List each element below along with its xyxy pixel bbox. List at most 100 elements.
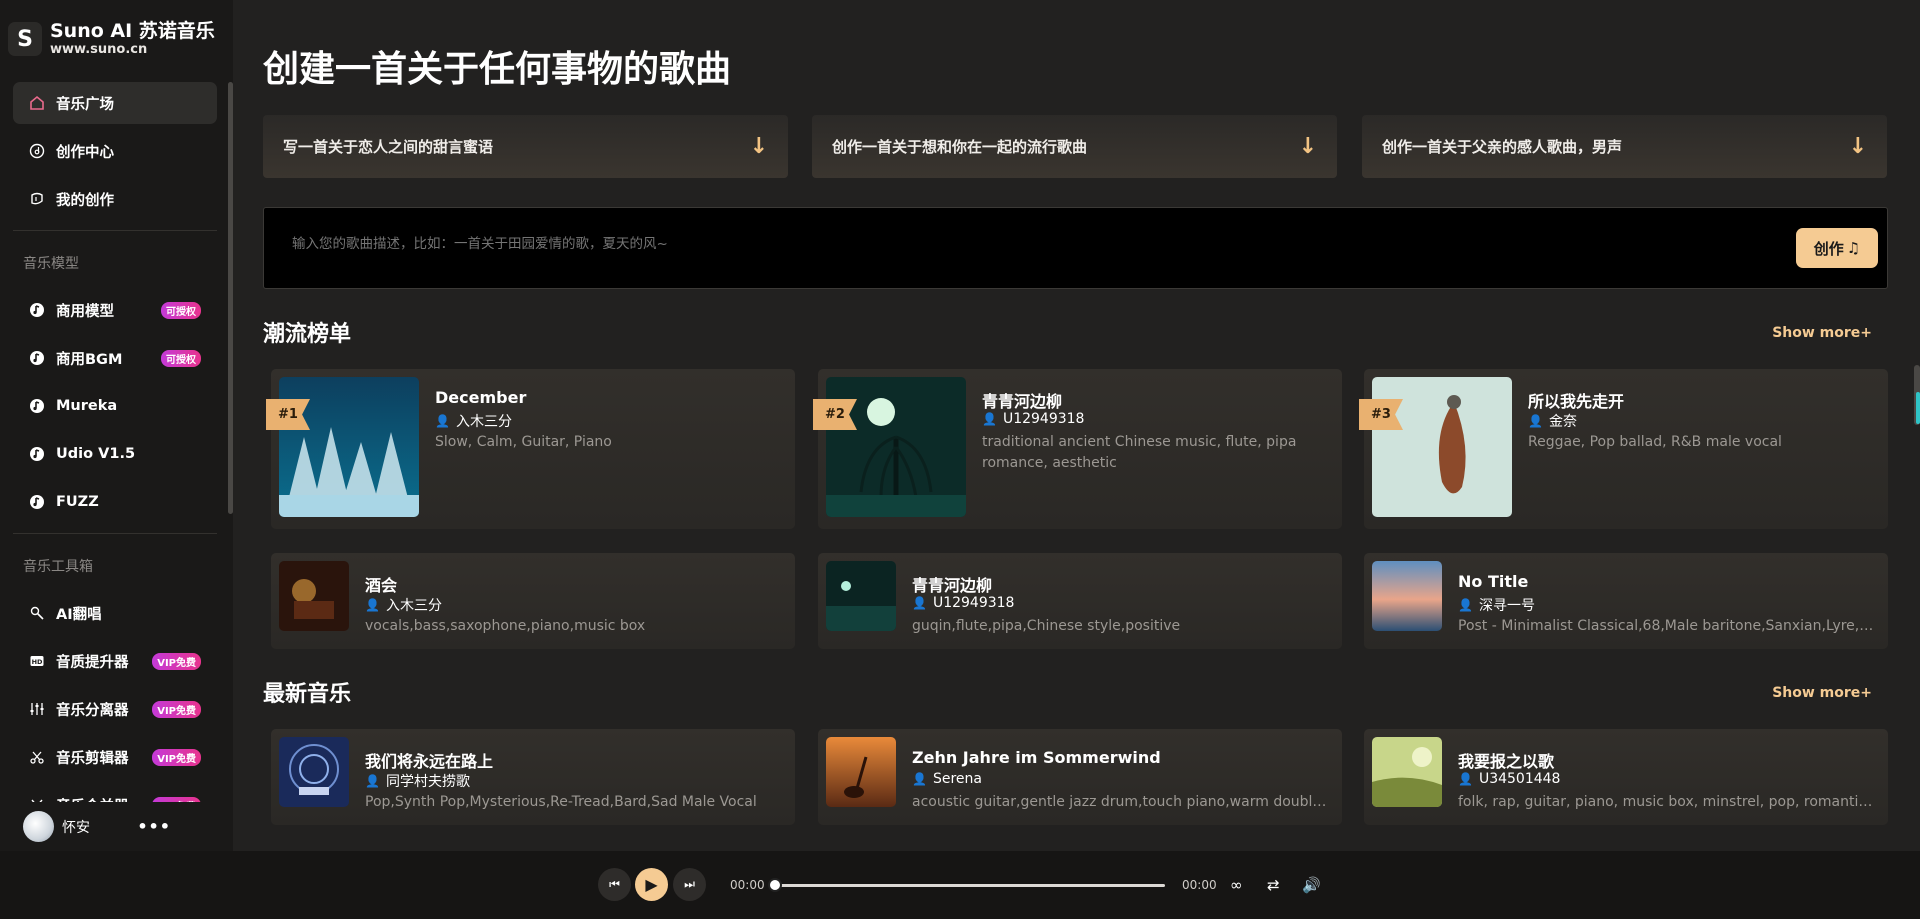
create-button-label: 创作	[1813, 239, 1844, 258]
scissors-icon	[27, 747, 47, 767]
suggestion-text: 创作一首关于父亲的感人歌曲，男声	[1382, 138, 1623, 156]
cover-image[interactable]	[1372, 561, 1442, 631]
song-author[interactable]: 👤 U34501448	[1458, 771, 1560, 787]
main-content: 创建一首关于任何事物的歌曲 写一首关于恋人之间的甜言蜜语 ↓ 创作一首关于想和你…	[233, 0, 1920, 851]
sidebar-item-music-separator[interactable]: 音乐分离器 VIP免费	[13, 688, 217, 730]
brand-title: Suno AI 苏诺音乐	[50, 20, 215, 42]
sidebar-item-ai-cover[interactable]: AI翻唱	[13, 592, 217, 634]
sidebar-item-udio[interactable]: Udio V1.5	[13, 433, 217, 475]
sidebar-item-label: 音乐剪辑器	[56, 750, 129, 767]
home-icon	[27, 93, 47, 113]
song-card[interactable]: No Title 👤 深寻一号 Post - Minimalist Classic…	[1364, 553, 1888, 649]
infinite-loop-icon[interactable]: ∞	[1230, 876, 1243, 894]
arrow-down-icon: ↓	[1298, 134, 1317, 159]
equalizer-icon	[27, 699, 47, 719]
brand-logo[interactable]: S Suno AI 苏诺音乐 www.suno.cn	[8, 20, 215, 58]
sidebar-item-create-center[interactable]: 创作中心	[13, 130, 217, 172]
progress-track[interactable]	[775, 884, 1165, 887]
song-card[interactable]: Zehn Jahre im Sommerwind 👤 Serena acousti…	[818, 729, 1342, 825]
scroll-indicator	[1916, 392, 1920, 424]
song-author[interactable]: 👤 同学村夫捞歌	[365, 771, 470, 791]
song-card[interactable]: 青青河边柳 👤 U12949318 guqin,flute,pipa,Chines…	[818, 553, 1342, 649]
song-tags: Reggae, Pop ballad, R&B male vocal	[1528, 434, 1782, 450]
cover-image[interactable]	[279, 377, 419, 517]
user-icon: 👤	[982, 412, 997, 426]
music-note-icon	[27, 396, 47, 416]
song-author[interactable]: 👤 U12949318	[982, 411, 1084, 427]
sidebar-item-mureka[interactable]: Mureka	[13, 385, 217, 427]
models-section-title: 音乐模型	[23, 256, 79, 272]
suggestion-text: 创作一首关于想和你在一起的流行歌曲	[832, 138, 1088, 156]
sidebar-item-label: 音乐分离器	[56, 702, 129, 719]
song-card[interactable]: #2 青青河边柳 👤 U12949318 traditional ancient …	[813, 369, 1342, 529]
license-badge: 可授权	[161, 301, 201, 319]
trending-show-more[interactable]: Show more+	[1772, 325, 1872, 341]
repeat-icon[interactable]: ⇄	[1267, 876, 1280, 894]
song-title[interactable]: December	[435, 388, 526, 407]
song-card[interactable]: 酒会 👤 入木三分 vocals,bass,saxophone,piano,mus…	[271, 553, 795, 649]
song-tags: Slow, Calm, Guitar, Piano	[435, 434, 612, 450]
user-icon: 👤	[1458, 598, 1473, 612]
sidebar-item-music-plaza[interactable]: 音乐广场	[13, 82, 217, 124]
sidebar-item-fuzz[interactable]: FUZZ	[13, 481, 217, 523]
song-title[interactable]: 青青河边柳	[982, 388, 1062, 412]
progress-knob[interactable]	[768, 878, 782, 892]
user-icon: 👤	[365, 598, 380, 612]
song-title[interactable]: No Title	[1458, 572, 1528, 591]
music-note-icon: ♫	[1846, 239, 1861, 257]
sidebar-item-commercial-bgm[interactable]: 商用BGM 可授权	[13, 337, 217, 379]
cover-image[interactable]	[826, 561, 896, 631]
sidebar-item-music-cutter[interactable]: 音乐剪辑器 VIP免费	[13, 736, 217, 778]
disc-icon	[27, 141, 47, 161]
sidebar-item-commercial-model[interactable]: 商用模型 可授权	[13, 289, 217, 331]
logo-icon: S	[8, 22, 42, 56]
suggestion-card[interactable]: 创作一首关于父亲的感人歌曲，男声 ↓	[1362, 115, 1887, 178]
cover-image[interactable]	[1372, 737, 1442, 807]
author-name: 同学村夫捞歌	[385, 774, 470, 790]
song-author[interactable]: 👤 Serena	[912, 771, 982, 787]
song-author[interactable]: 👤 入木三分	[365, 595, 442, 615]
song-card[interactable]: #1 December 👤 入木三分 Slow, Calm, Guitar, Pi…	[266, 369, 795, 529]
latest-show-more[interactable]: Show more+	[1772, 685, 1872, 701]
song-title[interactable]: 酒会	[365, 572, 397, 596]
suggestion-card[interactable]: 写一首关于恋人之间的甜言蜜语 ↓	[263, 115, 788, 178]
volume-icon[interactable]: 🔊	[1302, 876, 1321, 894]
more-options-icon[interactable]: •••	[137, 817, 171, 836]
song-author[interactable]: 👤 深寻一号	[1458, 595, 1535, 615]
author-name: U34501448	[1478, 771, 1561, 787]
user-name: 怀安	[62, 819, 90, 836]
sidebar-item-quality-enhancer[interactable]: HD 音质提升器 VIP免费	[13, 640, 217, 682]
song-author[interactable]: 👤 金奈	[1528, 411, 1577, 431]
cover-image[interactable]	[279, 737, 349, 807]
music-note-icon	[27, 444, 47, 464]
cover-image[interactable]	[1372, 377, 1512, 517]
sidebar-item-label: 商用模型	[56, 303, 114, 320]
song-title[interactable]: 所以我先走开	[1528, 388, 1624, 412]
song-title[interactable]: 我们将永远在路上	[365, 748, 493, 772]
suggestion-card[interactable]: 创作一首关于想和你在一起的流行歌曲 ↓	[812, 115, 1337, 178]
sidebar-item-label: 音乐广场	[56, 96, 114, 113]
song-title[interactable]: 我要报之以歌	[1458, 748, 1554, 772]
create-button[interactable]: 创作 ♫	[1796, 228, 1878, 268]
sidebar-item-label: FUZZ	[56, 494, 99, 510]
cover-image[interactable]	[826, 737, 896, 807]
cover-image[interactable]	[826, 377, 966, 517]
song-title[interactable]: Zehn Jahre im Sommerwind	[912, 748, 1161, 767]
user-bar: 怀安 •••	[0, 802, 233, 851]
song-author[interactable]: 👤 入木三分	[435, 411, 512, 431]
avatar[interactable]	[23, 811, 54, 842]
sidebar-item-my-creations[interactable]: 我的创作	[13, 178, 217, 220]
vip-badge: VIP免费	[152, 652, 201, 670]
tools-section-title: 音乐工具箱	[23, 559, 93, 575]
song-card[interactable]: 我要报之以歌 👤 U34501448 folk, rap, guitar, pia…	[1364, 729, 1888, 825]
cover-image[interactable]	[279, 561, 349, 631]
previous-button[interactable]: ⏮	[598, 868, 631, 901]
suggestion-text: 写一首关于恋人之间的甜言蜜语	[283, 138, 494, 156]
song-author[interactable]: 👤 U12949318	[912, 595, 1014, 611]
song-description-input[interactable]	[292, 236, 1542, 252]
song-card[interactable]: #3 所以我先走开 👤 金奈 Reggae, Pop ballad, R&B ma…	[1359, 369, 1888, 529]
next-button[interactable]: ⏭	[673, 868, 706, 901]
play-button[interactable]: ▶	[635, 868, 668, 901]
song-card[interactable]: 我们将永远在路上 👤 同学村夫捞歌 Pop,Synth Pop,Mysteriou…	[271, 729, 795, 825]
song-title[interactable]: 青青河边柳	[912, 572, 992, 596]
